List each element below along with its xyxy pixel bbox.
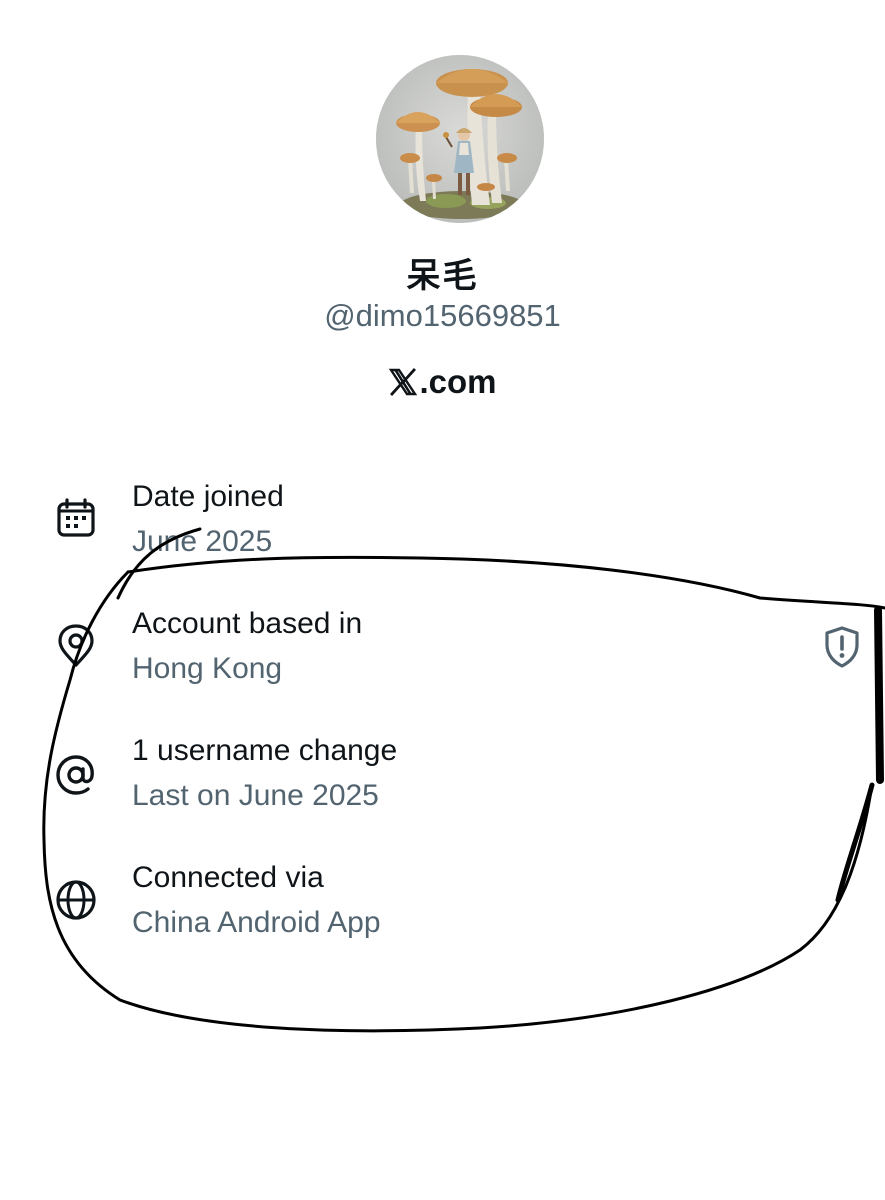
site-label: .com [0, 363, 885, 401]
connected-via-label: Connected via [132, 861, 324, 894]
username-change-value: Last on June 2025 [132, 779, 379, 812]
globe-icon [56, 880, 96, 920]
at-sign-icon [56, 755, 94, 795]
shield-exclamation-icon[interactable] [822, 625, 862, 669]
location-pin-icon [58, 624, 94, 667]
x-logo-icon [389, 368, 418, 396]
username-change-label: 1 username change [132, 734, 398, 767]
about-row-connected-via: Connected via China Android App [0, 860, 885, 960]
about-row-account-based-in: Account based in Hong Kong [0, 606, 885, 706]
account-based-in-value: Hong Kong [132, 652, 283, 685]
username-handle: @dimo15669851 [324, 298, 561, 333]
about-row-username-change: 1 username change Last on June 2025 [0, 733, 885, 833]
about-row-date-joined: Date joined June 2025 [0, 479, 885, 579]
avatar[interactable] [376, 55, 544, 223]
site-domain: .com [419, 363, 497, 400]
mushroom-illustration-avatar [376, 55, 544, 223]
connected-via-value: China Android App [132, 906, 381, 939]
date-joined-value: June 2025 [132, 525, 273, 558]
account-based-in-label: Account based in [132, 607, 363, 640]
display-name: 呆毛 [406, 256, 479, 296]
date-joined-label: Date joined [132, 480, 284, 513]
calendar-icon [57, 498, 95, 537]
profile-header: 呆毛 @dimo15669851 .com [0, 0, 885, 420]
